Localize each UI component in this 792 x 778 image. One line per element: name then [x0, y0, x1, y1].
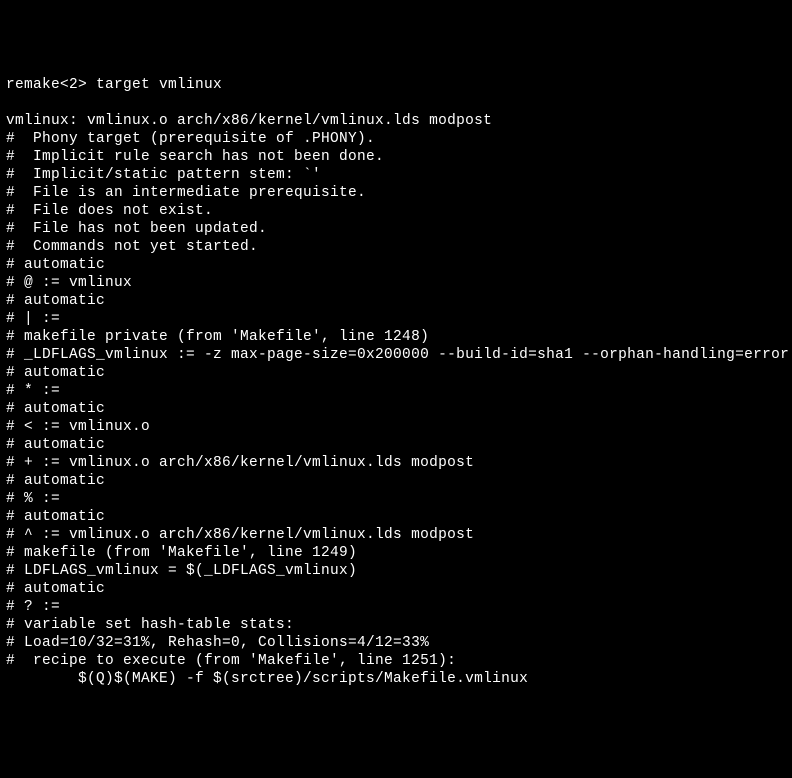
terminal-line: # File has not been updated. — [6, 220, 786, 238]
terminal-line: # automatic — [6, 292, 786, 310]
terminal-line: # LDFLAGS_vmlinux = $(_LDFLAGS_vmlinux) — [6, 562, 786, 580]
terminal-output[interactable]: remake<2> target vmlinux vmlinux: vmlinu… — [6, 76, 786, 688]
terminal-line: # automatic — [6, 436, 786, 454]
terminal-line: # automatic — [6, 580, 786, 598]
terminal-line: # automatic — [6, 364, 786, 382]
terminal-line: # automatic — [6, 256, 786, 274]
terminal-line: # < := vmlinux.o — [6, 418, 786, 436]
terminal-line: # variable set hash-table stats: — [6, 616, 786, 634]
terminal-line: # recipe to execute (from 'Makefile', li… — [6, 652, 786, 670]
terminal-line — [6, 94, 786, 112]
terminal-line: # ? := — [6, 598, 786, 616]
terminal-line: # Load=10/32=31%, Rehash=0, Collisions=4… — [6, 634, 786, 652]
terminal-line: # | := — [6, 310, 786, 328]
terminal-line: # automatic — [6, 472, 786, 490]
terminal-line: # Phony target (prerequisite of .PHONY). — [6, 130, 786, 148]
terminal-line: # File does not exist. — [6, 202, 786, 220]
terminal-line: # @ := vmlinux — [6, 274, 786, 292]
terminal-line: # automatic — [6, 508, 786, 526]
terminal-line: # File is an intermediate prerequisite. — [6, 184, 786, 202]
terminal-line: # + := vmlinux.o arch/x86/kernel/vmlinux… — [6, 454, 786, 472]
terminal-line: # _LDFLAGS_vmlinux := -z max-page-size=0… — [6, 346, 786, 364]
terminal-line: # * := — [6, 382, 786, 400]
terminal-line: vmlinux: vmlinux.o arch/x86/kernel/vmlin… — [6, 112, 786, 130]
terminal-line: remake<2> target vmlinux — [6, 76, 786, 94]
terminal-line: $(Q)$(MAKE) -f $(srctree)/scripts/Makefi… — [6, 670, 786, 688]
terminal-line: # Commands not yet started. — [6, 238, 786, 256]
terminal-line: # makefile (from 'Makefile', line 1249) — [6, 544, 786, 562]
terminal-line: # makefile private (from 'Makefile', lin… — [6, 328, 786, 346]
terminal-line: # Implicit/static pattern stem: `' — [6, 166, 786, 184]
terminal-line: # ^ := vmlinux.o arch/x86/kernel/vmlinux… — [6, 526, 786, 544]
terminal-line: # % := — [6, 490, 786, 508]
terminal-line: # automatic — [6, 400, 786, 418]
terminal-line: # Implicit rule search has not been done… — [6, 148, 786, 166]
